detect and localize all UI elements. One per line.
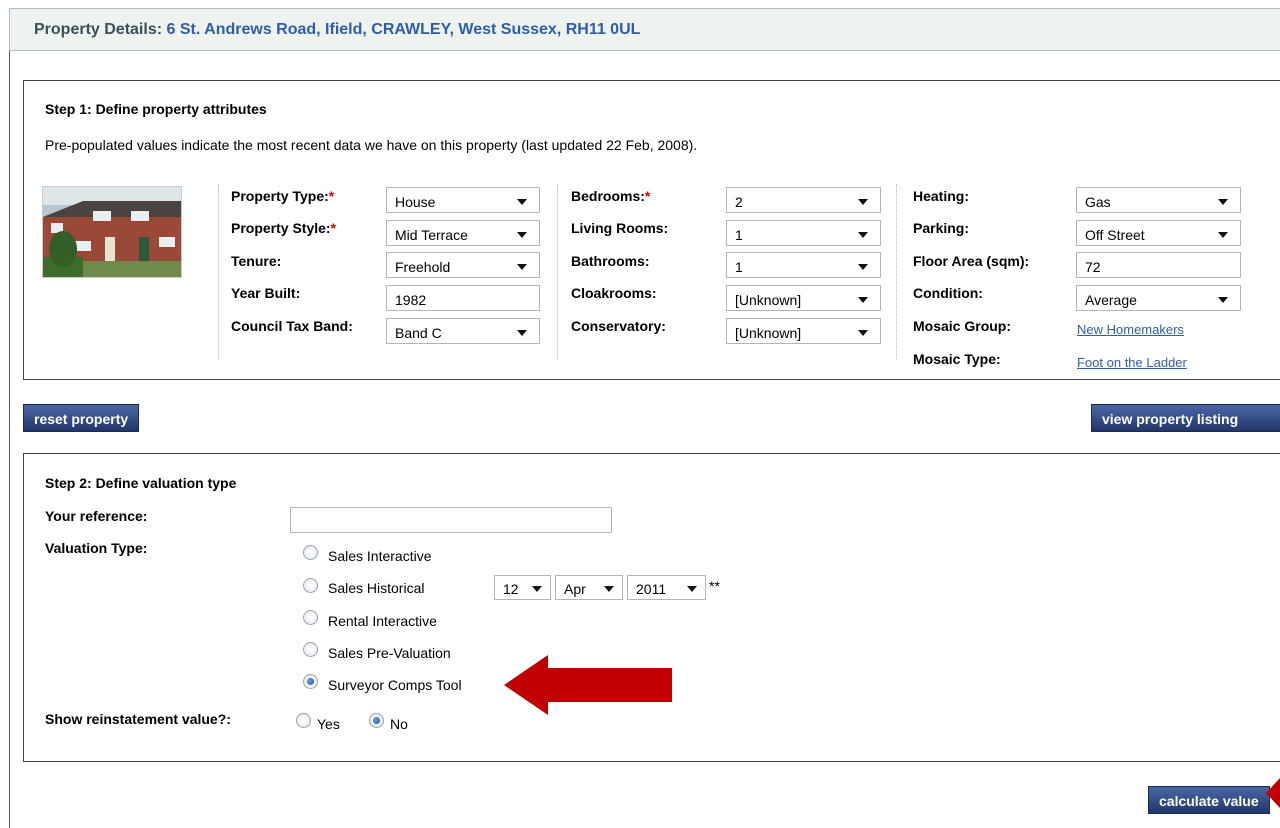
conservatory-select[interactable]: [Unknown] bbox=[726, 318, 881, 344]
sales-historical-radio[interactable] bbox=[303, 578, 318, 593]
property-style-select[interactable]: Mid Terrace bbox=[386, 220, 540, 246]
tenure-label: Tenure: bbox=[231, 253, 282, 269]
property-details-header: Property Details: 6 St. Andrews Road, If… bbox=[9, 8, 1280, 51]
chevron-down-icon bbox=[858, 330, 868, 336]
chevron-down-icon bbox=[517, 232, 527, 238]
historical-date-note: ** bbox=[709, 578, 720, 594]
bedrooms-label: Bedrooms:* bbox=[571, 188, 651, 204]
reinstatement-yes-label: Yes bbox=[317, 716, 340, 732]
chevron-down-icon bbox=[517, 330, 527, 336]
view-property-listing-button[interactable]: view property listing bbox=[1091, 404, 1280, 432]
valuation-type-label: Valuation Type: bbox=[45, 540, 148, 556]
step2-title: Step 2: Define valuation type bbox=[45, 475, 237, 491]
parking-select[interactable]: Off Street bbox=[1076, 220, 1241, 246]
floor-area-input[interactable]: 72 bbox=[1076, 252, 1241, 278]
column-divider bbox=[557, 184, 558, 360]
bedrooms-select[interactable]: 2 bbox=[726, 187, 881, 213]
historical-month-select[interactable]: Apr bbox=[555, 575, 623, 600]
year-built-input[interactable]: 1982 bbox=[386, 285, 540, 311]
reference-label: Your reference: bbox=[45, 508, 148, 524]
bathrooms-select[interactable]: 1 bbox=[726, 252, 881, 278]
rental-interactive-radio[interactable] bbox=[303, 610, 318, 625]
annotation-arrow-icon bbox=[504, 655, 672, 715]
reinstatement-label: Show reinstatement value?: bbox=[45, 711, 231, 727]
historical-year-select[interactable]: 2011 bbox=[627, 575, 706, 600]
property-style-label: Property Style:* bbox=[231, 220, 337, 236]
chevron-down-icon bbox=[1218, 232, 1228, 238]
chevron-down-icon bbox=[604, 586, 614, 592]
surveyor-comps-tool-label: Surveyor Comps Tool bbox=[328, 677, 462, 693]
parking-label: Parking: bbox=[913, 220, 970, 236]
chevron-down-icon bbox=[517, 264, 527, 270]
council-tax-label: Council Tax Band: bbox=[231, 318, 353, 334]
property-address: 6 St. Andrews Road, Ifield, CRAWLEY, Wes… bbox=[166, 21, 641, 38]
sales-interactive-label: Sales Interactive bbox=[328, 548, 432, 564]
page-title: Property Details: 6 St. Andrews Road, If… bbox=[34, 21, 641, 38]
bathrooms-label: Bathrooms: bbox=[571, 253, 650, 269]
year-built-label: Year Built: bbox=[231, 285, 301, 301]
column-divider bbox=[218, 184, 219, 360]
reinstatement-yes-radio[interactable] bbox=[296, 713, 311, 728]
cloakrooms-select[interactable]: [Unknown] bbox=[726, 285, 881, 311]
reinstatement-no-label: No bbox=[390, 716, 408, 732]
tenure-select[interactable]: Freehold bbox=[386, 252, 540, 278]
reinstatement-no-radio[interactable] bbox=[369, 713, 384, 728]
historical-day-select[interactable]: 12 bbox=[494, 575, 551, 600]
condition-select[interactable]: Average bbox=[1076, 285, 1241, 311]
living-rooms-label: Living Rooms: bbox=[571, 220, 669, 236]
mosaic-type-label: Mosaic Type: bbox=[913, 351, 1001, 367]
sales-pre-valuation-label: Sales Pre-Valuation bbox=[328, 645, 451, 661]
sales-interactive-radio[interactable] bbox=[303, 545, 318, 560]
property-photo bbox=[42, 186, 182, 278]
floor-area-label: Floor Area (sqm): bbox=[913, 253, 1030, 269]
cloakrooms-label: Cloakrooms: bbox=[571, 285, 657, 301]
chevron-down-icon bbox=[532, 586, 542, 592]
chevron-down-icon bbox=[858, 232, 868, 238]
chevron-down-icon bbox=[858, 297, 868, 303]
mosaic-group-link[interactable]: New Homemakers bbox=[1077, 322, 1184, 337]
mosaic-group-label: Mosaic Group: bbox=[913, 318, 1012, 334]
step1-title: Step 1: Define property attributes bbox=[45, 101, 267, 117]
chevron-down-icon bbox=[858, 199, 868, 205]
chevron-down-icon bbox=[687, 586, 697, 592]
reference-input[interactable] bbox=[290, 507, 612, 533]
chevron-down-icon bbox=[1218, 199, 1228, 205]
rental-interactive-label: Rental Interactive bbox=[328, 613, 437, 629]
surveyor-comps-tool-radio[interactable] bbox=[303, 674, 318, 689]
chevron-down-icon bbox=[858, 264, 868, 270]
sales-historical-label: Sales Historical bbox=[328, 580, 425, 596]
mosaic-type-link[interactable]: Foot on the Ladder bbox=[1077, 355, 1187, 370]
sales-pre-valuation-radio[interactable] bbox=[303, 642, 318, 657]
chevron-down-icon bbox=[517, 199, 527, 205]
property-type-select[interactable]: House bbox=[386, 187, 540, 213]
chevron-down-icon bbox=[1218, 297, 1228, 303]
property-type-label: Property Type:* bbox=[231, 188, 335, 204]
step1-intro: Pre-populated values indicate the most r… bbox=[45, 137, 698, 153]
council-tax-select[interactable]: Band C bbox=[386, 318, 540, 344]
heating-label: Heating: bbox=[913, 188, 969, 204]
calculate-value-button[interactable]: calculate value bbox=[1148, 786, 1270, 814]
annotation-arrow-icon bbox=[1266, 778, 1280, 808]
condition-label: Condition: bbox=[913, 285, 983, 301]
living-rooms-select[interactable]: 1 bbox=[726, 220, 881, 246]
column-divider bbox=[896, 184, 897, 360]
heating-select[interactable]: Gas bbox=[1076, 187, 1241, 213]
reset-property-button[interactable]: reset property bbox=[23, 404, 140, 432]
conservatory-label: Conservatory: bbox=[571, 318, 666, 334]
